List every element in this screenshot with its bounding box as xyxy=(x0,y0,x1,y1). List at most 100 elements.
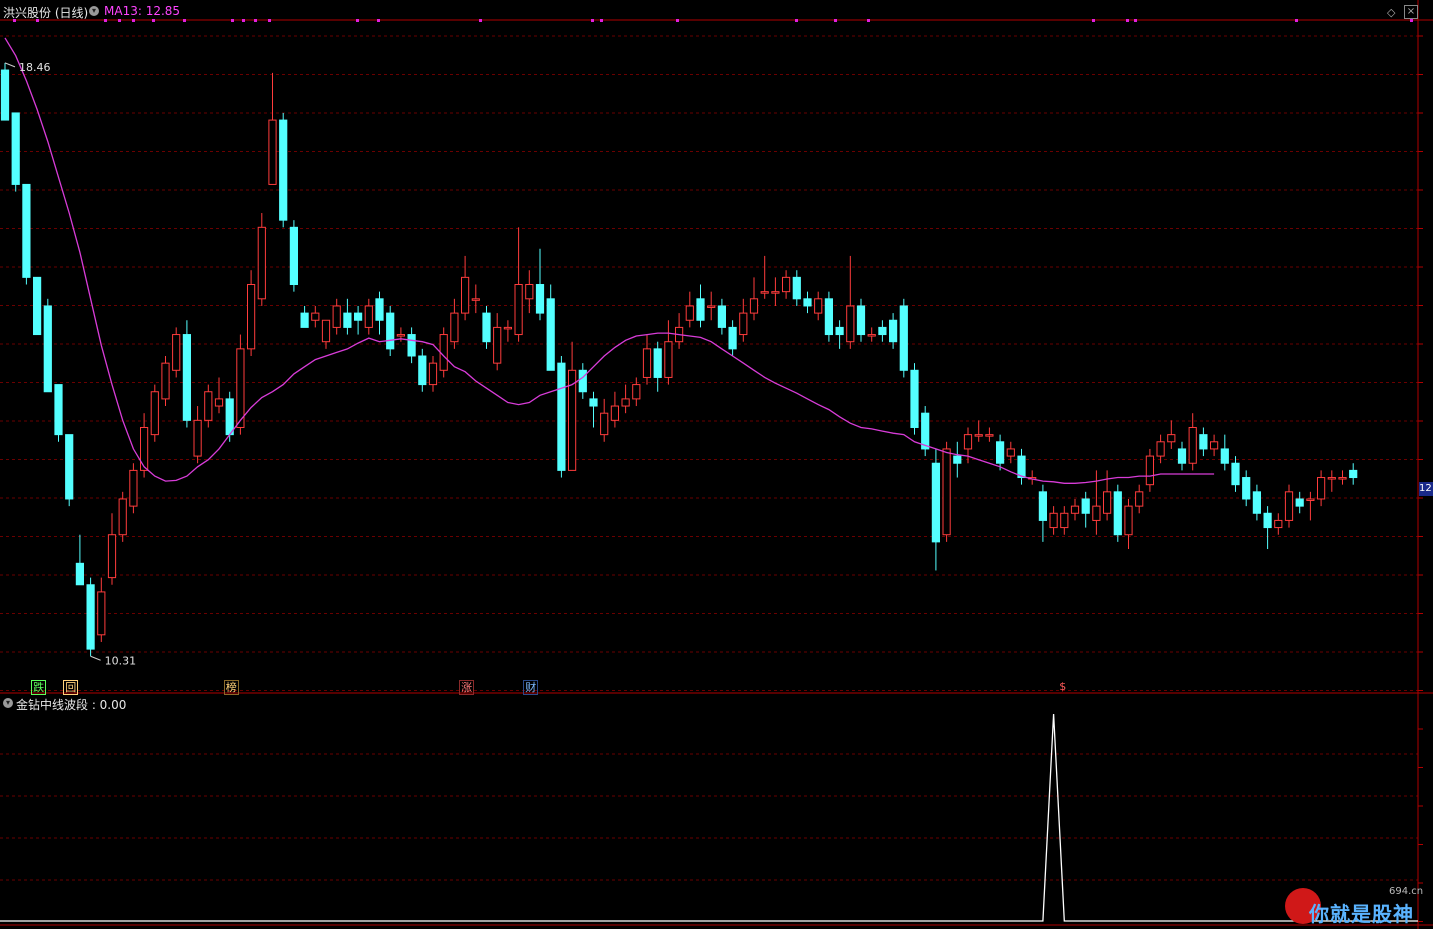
candle-body xyxy=(856,305,866,336)
candle-body xyxy=(354,312,363,321)
candle-body xyxy=(268,119,277,185)
candle-body xyxy=(182,334,192,421)
candle-body xyxy=(1210,441,1219,450)
candle-body xyxy=(931,462,940,543)
candle-body xyxy=(1242,477,1251,500)
candle-body xyxy=(642,348,652,378)
candle-body xyxy=(118,498,127,536)
candle-body xyxy=(653,348,662,378)
candle-body xyxy=(953,455,962,464)
candle-body xyxy=(332,305,341,328)
candle-body xyxy=(1103,491,1112,514)
top-marker xyxy=(867,19,870,22)
candle-body xyxy=(43,305,52,393)
signal-marker: 回 xyxy=(63,680,79,695)
candle-body xyxy=(921,412,930,450)
candle-body xyxy=(600,412,609,436)
stock-title: 洪兴股份 (日线) xyxy=(3,6,89,20)
candle-body xyxy=(535,284,545,314)
top-marker xyxy=(795,19,798,22)
candle-body xyxy=(985,434,994,437)
top-marker xyxy=(242,19,245,22)
candle-body xyxy=(717,305,726,328)
candle-body xyxy=(1306,498,1315,501)
candle-body xyxy=(846,305,855,343)
candle-body xyxy=(471,298,480,301)
signal-marker: 榜 xyxy=(223,680,239,695)
candle-body xyxy=(878,326,887,336)
candle-body xyxy=(204,391,213,421)
candle-body xyxy=(396,334,405,337)
candle-body xyxy=(1199,434,1208,450)
candle-body xyxy=(974,434,983,437)
candle-body xyxy=(942,448,951,536)
top-marker xyxy=(676,19,679,22)
candle-body xyxy=(557,362,566,471)
candle-body xyxy=(835,326,844,336)
candle-body xyxy=(664,341,673,378)
watermark: 694.cn 你就是股神 xyxy=(1283,886,1433,929)
candle-body xyxy=(1274,519,1283,529)
candle-body xyxy=(1081,498,1090,514)
chevron-down-icon[interactable]: ▾ xyxy=(89,6,99,16)
candle-body xyxy=(1145,455,1155,486)
candle-body xyxy=(621,398,630,407)
candle-body xyxy=(1317,477,1326,500)
top-marker xyxy=(1295,19,1298,22)
candle-body xyxy=(514,284,523,336)
candle-body xyxy=(172,334,181,371)
candle-body xyxy=(996,441,1005,464)
candle-body xyxy=(375,298,384,321)
candle-body xyxy=(546,298,555,371)
candle-body xyxy=(1049,512,1058,529)
candle-body xyxy=(1167,434,1176,443)
top-marker xyxy=(132,19,135,22)
candle-body xyxy=(728,326,737,350)
candle-body xyxy=(1338,477,1347,480)
candle-body xyxy=(824,298,833,336)
candle-body xyxy=(867,334,876,337)
price-tag: 12 xyxy=(1419,482,1433,496)
candle-body xyxy=(1349,469,1358,479)
candle-body xyxy=(129,469,138,507)
close-icon[interactable]: × xyxy=(1404,5,1418,19)
candle-body xyxy=(749,298,759,314)
indicator-menu-icon[interactable]: ▾ xyxy=(3,698,13,708)
ma13-label: MA13: 12.85 xyxy=(104,4,181,18)
candle-body xyxy=(482,312,491,343)
candle-body xyxy=(0,69,10,121)
candle-body xyxy=(1295,498,1304,507)
candle-body xyxy=(418,355,427,386)
candle-body xyxy=(771,291,780,294)
candle-body xyxy=(803,298,812,307)
candle-body xyxy=(1113,491,1122,536)
signal-marker: 跌 xyxy=(31,680,47,695)
candle-body xyxy=(1006,448,1015,457)
candle-body xyxy=(1038,491,1048,521)
candle-body xyxy=(289,226,298,286)
kline-chart[interactable]: 18.46 10.31 xyxy=(0,0,1433,929)
candle-body xyxy=(300,312,309,328)
candle-body xyxy=(161,362,170,400)
watermark-url: 694.cn xyxy=(1389,886,1424,897)
candle-body xyxy=(696,298,705,321)
candle-body xyxy=(578,369,587,393)
candle-body xyxy=(321,319,331,343)
candle-body xyxy=(1156,441,1165,457)
candle-body xyxy=(140,426,149,471)
candle-body xyxy=(1284,491,1294,521)
candle-body xyxy=(1220,448,1229,464)
top-marker xyxy=(118,19,121,22)
diamond-icon[interactable]: ◇ xyxy=(1387,6,1395,19)
candle-body xyxy=(257,226,266,300)
candle-body xyxy=(963,434,973,450)
candle-body xyxy=(1327,477,1336,480)
candle-body xyxy=(782,276,791,293)
candle-body xyxy=(75,562,85,586)
candle-body xyxy=(493,326,502,364)
candle-body xyxy=(150,391,159,436)
candle-body xyxy=(311,312,320,321)
candle-body xyxy=(279,119,288,221)
candle-body xyxy=(910,369,919,428)
high-label: 18.46 xyxy=(19,61,51,74)
